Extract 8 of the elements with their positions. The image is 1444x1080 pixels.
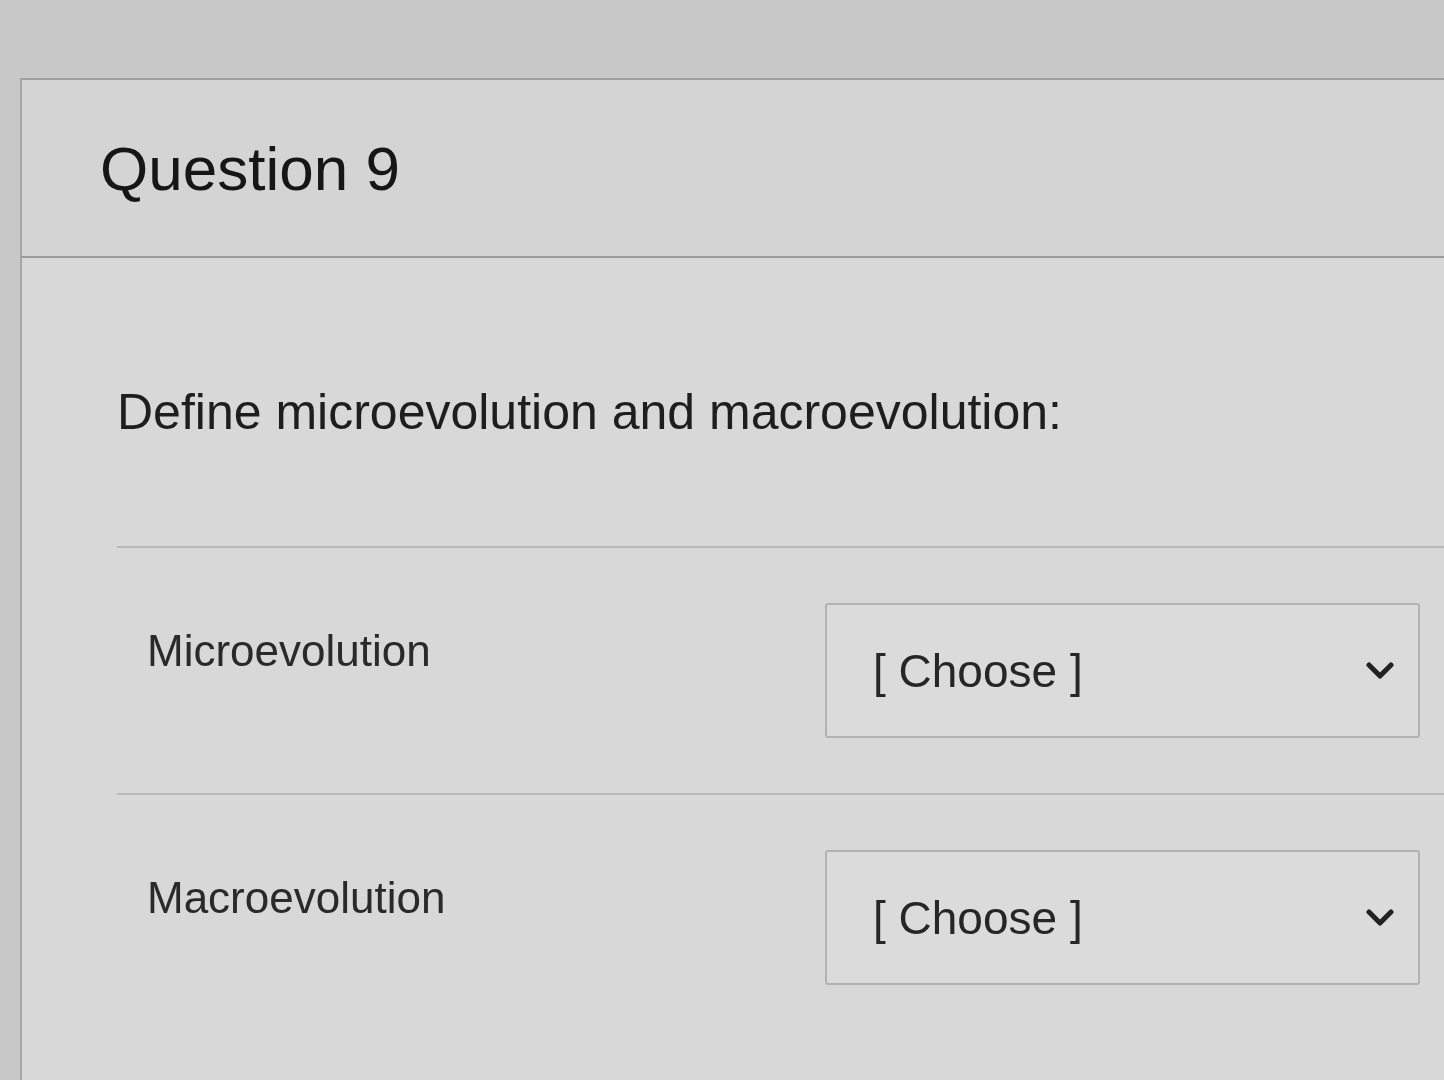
question-title: Question 9 (100, 132, 400, 204)
question-prompt: Define microevolution and macroevolution: (117, 383, 1063, 441)
match-label: Macroevolution (147, 872, 446, 923)
match-label: Microevolution (147, 625, 431, 676)
chevron-down-icon (1366, 661, 1394, 680)
chevron-down-icon (1366, 908, 1394, 927)
answer-dropdown[interactable]: [ Choose ] (825, 850, 1420, 985)
answer-dropdown[interactable]: [ Choose ] (825, 603, 1420, 738)
